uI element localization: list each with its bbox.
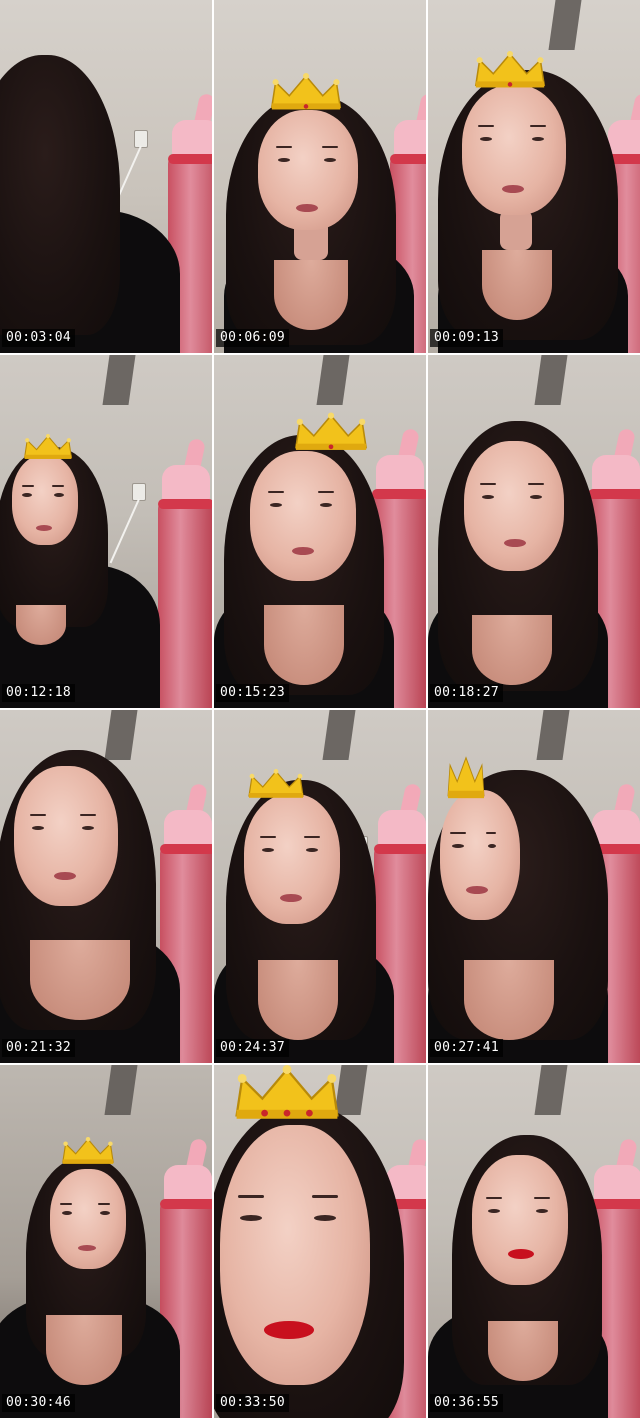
timestamp: 00:30:46 (2, 1394, 76, 1412)
crown-icon (292, 411, 370, 453)
crown-icon (446, 754, 486, 800)
water-bottle (158, 437, 212, 708)
video-frame: 00:27:41 (428, 710, 640, 1063)
video-frame: 00:12:18 (0, 355, 212, 708)
video-frame: 00:09:13 (428, 0, 640, 353)
crown-icon (268, 72, 344, 112)
timestamp: 00:03:04 (2, 329, 76, 347)
person-face (258, 110, 358, 230)
video-frame: 00:03:04 (0, 0, 212, 353)
timestamp: 00:18:27 (430, 684, 504, 702)
timestamp: 00:21:32 (2, 1039, 76, 1057)
person-face (462, 85, 566, 215)
video-frame: 00:33:50 (214, 1065, 426, 1418)
person-face (220, 1125, 370, 1385)
timestamp: 00:33:50 (216, 1394, 290, 1412)
video-frame: 00:21:32 (0, 710, 212, 1063)
crown-icon (246, 766, 306, 802)
crown-icon (226, 1065, 348, 1121)
video-frame: 00:06:09 (214, 0, 426, 353)
timestamp: 00:06:09 (216, 329, 290, 347)
person-hair (0, 55, 120, 335)
crown-icon (472, 50, 548, 90)
person-face (440, 790, 520, 920)
video-frame: 00:30:46 (0, 1065, 212, 1418)
person-face (14, 766, 118, 906)
person-face (464, 441, 564, 571)
crown-icon (60, 1135, 116, 1167)
person-face (250, 451, 356, 581)
crown-icon (22, 433, 74, 461)
video-frame: 00:18:27 (428, 355, 640, 708)
timestamp: 00:12:18 (2, 684, 76, 702)
person-face (12, 455, 78, 545)
timestamp: 00:24:37 (216, 1039, 290, 1057)
thumbnail-grid: 00:03:04 00:06:09 00:09:13 00:12:18 00:1… (0, 0, 640, 1422)
video-frame: 00:24:37 (214, 710, 426, 1063)
timestamp: 00:27:41 (430, 1039, 504, 1057)
video-frame: 00:36:55 (428, 1065, 640, 1418)
timestamp: 00:36:55 (430, 1394, 504, 1412)
timestamp: 00:15:23 (216, 684, 290, 702)
person-face (244, 794, 340, 924)
cable (109, 498, 140, 564)
person-face (50, 1169, 126, 1269)
timestamp: 00:09:13 (430, 329, 504, 347)
video-frame: 00:15:23 (214, 355, 426, 708)
person-face (472, 1155, 568, 1285)
